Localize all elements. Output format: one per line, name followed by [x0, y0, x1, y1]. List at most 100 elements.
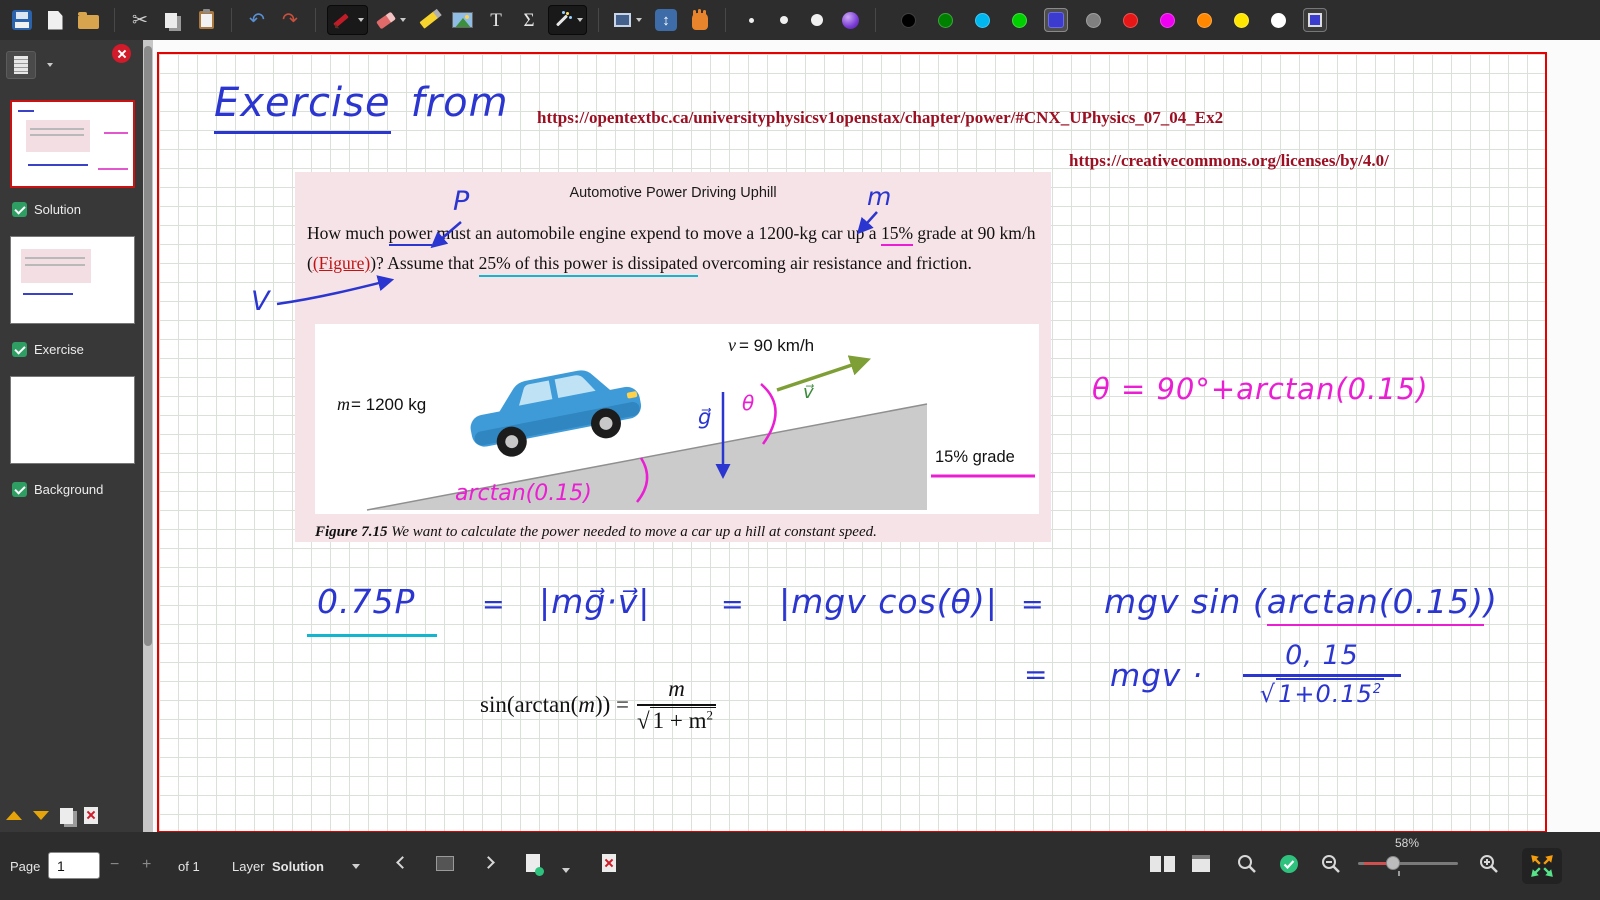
redo-icon[interactable]: ↷: [276, 5, 304, 35]
main-toolbar-tools: ✂ ↶↷ TΣ ↕: [8, 5, 882, 35]
duplicate-layer-icon[interactable]: [60, 808, 73, 824]
thickness-medium-icon[interactable]: [770, 5, 798, 35]
color-orange[interactable]: [1192, 8, 1216, 32]
move-layer-up-icon[interactable]: [6, 811, 22, 820]
scrollbar-thumb[interactable]: [144, 46, 152, 646]
color-black[interactable]: [896, 8, 920, 32]
presentation-mode-icon[interactable]: [1192, 855, 1210, 872]
color-green[interactable]: [933, 8, 957, 32]
chevron-down-icon[interactable]: [636, 18, 642, 22]
color-magenta[interactable]: [1155, 8, 1179, 32]
chevron-down-icon[interactable]: [352, 864, 360, 869]
zoom-slider[interactable]: [1358, 862, 1458, 865]
eq2-lhs: mgv ·: [1110, 658, 1203, 694]
vertical-scrollbar[interactable]: [143, 40, 153, 832]
open-folder-icon[interactable]: [74, 5, 103, 35]
save-icon[interactable]: [8, 5, 36, 35]
checkbox-checked-icon[interactable]: [12, 482, 27, 497]
page-decrement-button[interactable]: −: [110, 856, 119, 874]
page-number-input[interactable]: [48, 852, 100, 879]
color-red[interactable]: [1118, 8, 1142, 32]
eraser-tool-icon[interactable]: [373, 5, 410, 35]
next-layer-icon[interactable]: [482, 856, 495, 869]
color-light-blue-swatch: [975, 13, 990, 28]
checkbox-checked-icon[interactable]: [12, 202, 27, 217]
layer-row-solution[interactable]: Solution: [12, 202, 81, 217]
previous-layer-icon[interactable]: [396, 856, 409, 869]
text-tool-icon: T: [490, 11, 502, 30]
thickness-fine-icon[interactable]: [737, 5, 765, 35]
fullscreen-button[interactable]: [1522, 848, 1562, 884]
thickness-thick-icon[interactable]: [803, 5, 831, 35]
zoom-original-icon[interactable]: [1278, 853, 1300, 875]
shape-tool-icon[interactable]: [610, 5, 646, 35]
exercise-body: How much power must an automobile engine…: [307, 218, 1039, 278]
layer-stack-icon[interactable]: [436, 856, 454, 871]
math-tex-icon[interactable]: Σ: [515, 5, 543, 35]
layer-thumbnail-exercise[interactable]: [10, 376, 135, 464]
v-value-label: = 90 km/h: [739, 336, 814, 355]
cut-icon[interactable]: ✂: [126, 5, 154, 35]
color-chooser[interactable]: [1303, 8, 1327, 32]
pen-tool-icon[interactable]: [327, 5, 368, 35]
annotation-theta-equation: θ = 90°+arctan(0.15): [1092, 372, 1429, 406]
page-increment-button[interactable]: +: [142, 856, 151, 874]
fill-style-icon: [842, 12, 859, 29]
chevron-down-icon[interactable]: [47, 63, 53, 67]
color-blue[interactable]: [1044, 8, 1068, 32]
text-tool-icon[interactable]: T: [482, 5, 510, 35]
highlighter-tool-icon[interactable]: [415, 5, 443, 35]
color-light-blue[interactable]: [970, 8, 994, 32]
license-link[interactable]: https://creativecommons.org/licenses/by/…: [1069, 151, 1389, 171]
fraction-bar: [1243, 674, 1401, 677]
vertical-space-icon: ↕: [655, 9, 677, 31]
hand-tool-icon[interactable]: [686, 5, 714, 35]
close-sidebar-button[interactable]: [112, 44, 131, 63]
xournalpp-window: ✂ ↶↷ TΣ ↕ Solution: [0, 0, 1600, 900]
m-value-label: = 1200 kg: [351, 395, 426, 414]
chevron-down-icon[interactable]: [577, 18, 583, 22]
sidebar-mode-button[interactable]: [6, 51, 36, 79]
exercise-figure: v = 90 km/h m = 1200 kg 15% grade g⃗ θ v…: [315, 324, 1039, 514]
color-gray[interactable]: [1081, 8, 1105, 32]
paste-icon[interactable]: [192, 5, 220, 35]
thumb-line: [25, 264, 85, 266]
add-layer-icon[interactable]: [526, 854, 540, 872]
toolbar-separator: [725, 8, 726, 32]
chevron-down-icon[interactable]: [400, 18, 406, 22]
checkbox-checked-icon[interactable]: [12, 342, 27, 357]
canvas[interactable]: Exercisefrom https://opentextbc.ca/unive…: [153, 40, 1600, 832]
slider-knob[interactable]: [1386, 856, 1400, 870]
thickness-medium-icon: [780, 16, 788, 24]
zoom-in-icon[interactable]: [1478, 853, 1500, 875]
source-link[interactable]: https://opentextbc.ca/universityphysicsv…: [537, 108, 1223, 128]
figure-link[interactable]: (Figure): [313, 253, 370, 273]
layer-row-exercise[interactable]: Exercise: [12, 342, 84, 357]
undo-icon[interactable]: ↶: [243, 5, 271, 35]
vertical-space-icon[interactable]: ↕: [651, 5, 681, 35]
select-tool-icon[interactable]: [548, 5, 587, 35]
layer-row-background[interactable]: Background: [12, 482, 103, 497]
two-page-view-icon[interactable]: [1150, 856, 1176, 873]
fill-style-icon[interactable]: [836, 5, 864, 35]
document-page[interactable]: Exercisefrom https://opentextbc.ca/unive…: [157, 52, 1547, 832]
layer-thumbnail-solution[interactable]: [10, 236, 135, 324]
new-file-icon[interactable]: [41, 5, 69, 35]
color-yellow[interactable]: [1229, 8, 1253, 32]
chevron-down-icon[interactable]: [562, 868, 570, 873]
thickness-thick-icon: [811, 14, 823, 26]
zoom-fit-icon[interactable]: [1236, 853, 1258, 875]
color-white[interactable]: [1266, 8, 1290, 32]
layer-select[interactable]: Solution: [272, 859, 324, 874]
color-light-green[interactable]: [1007, 8, 1031, 32]
exercise-title: Automotive Power Driving Uphill: [295, 185, 1051, 201]
delete-layer-icon[interactable]: [84, 807, 98, 824]
page-thumbnail[interactable]: [10, 100, 135, 188]
insert-image-icon[interactable]: [448, 5, 477, 35]
chevron-down-icon[interactable]: [358, 18, 364, 22]
delete-layer-icon[interactable]: [602, 854, 616, 872]
zoom-out-icon[interactable]: [1320, 853, 1342, 875]
eq1-term3: |mgv cos(θ)|: [779, 582, 998, 621]
copy-icon[interactable]: [159, 5, 187, 35]
move-layer-down-icon[interactable]: [33, 811, 49, 820]
